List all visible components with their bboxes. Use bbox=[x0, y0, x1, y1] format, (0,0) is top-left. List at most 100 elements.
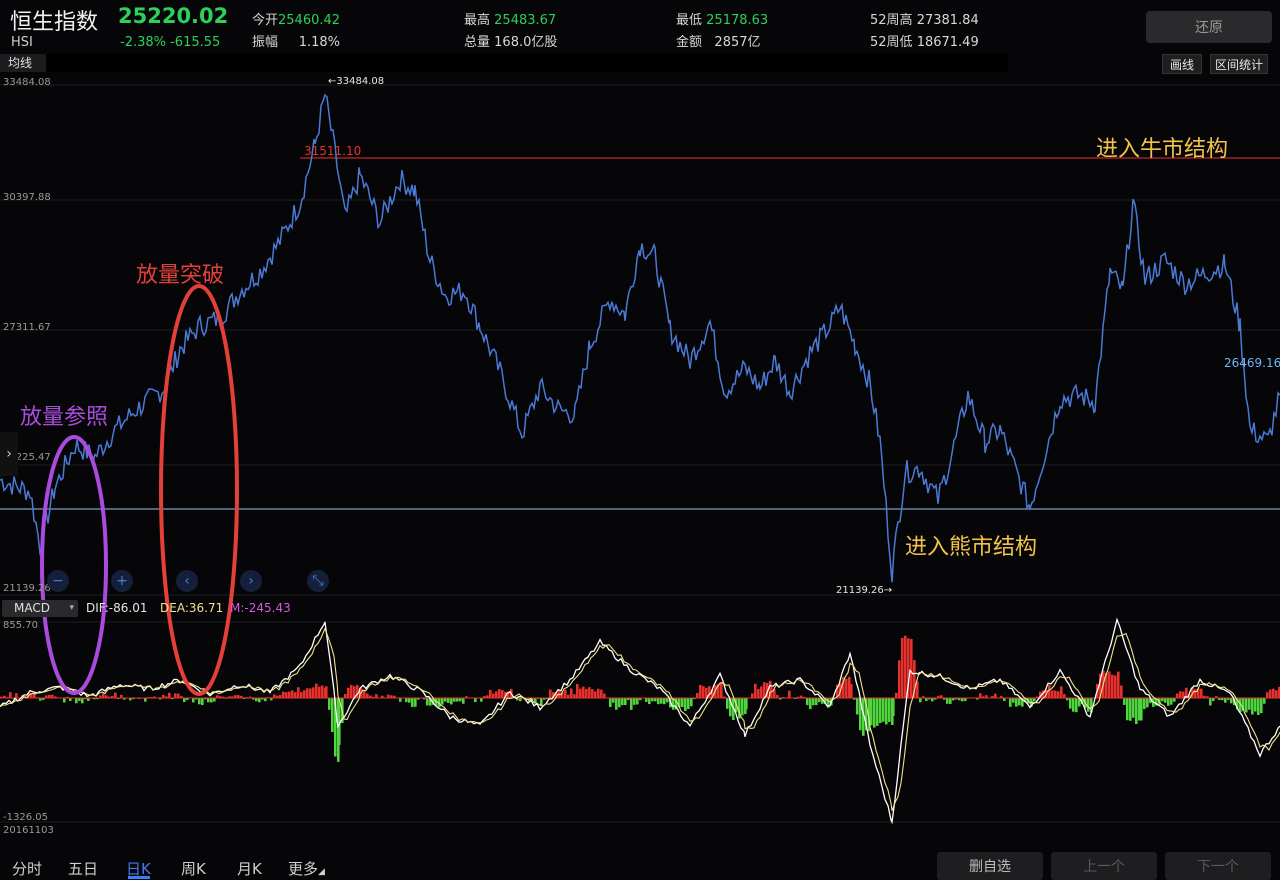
reference-volume-ellipse bbox=[40, 435, 108, 695]
expand-left-icon[interactable]: › bbox=[0, 432, 18, 476]
macd-bar bbox=[1051, 690, 1054, 698]
low-marker: 21139.26→ bbox=[836, 585, 893, 596]
reference-annotation: 放量参照 bbox=[20, 405, 109, 430]
macd-dif-line bbox=[0, 617, 1280, 825]
macd-bar bbox=[946, 698, 949, 704]
collapse-icon[interactable]: ⤡ bbox=[307, 570, 329, 592]
next-button[interactable]: 下一个 bbox=[1165, 852, 1271, 880]
macd-bar bbox=[1194, 689, 1197, 698]
more-caret-icon: ◢ bbox=[318, 867, 325, 877]
macd-bar bbox=[174, 693, 177, 698]
tab-more-label: 更多 bbox=[288, 860, 319, 878]
macd-bar bbox=[856, 698, 859, 715]
macd-bar bbox=[818, 698, 821, 703]
macd-bar bbox=[699, 684, 702, 698]
tab-weekly-k[interactable]: 周K bbox=[181, 858, 206, 879]
remove-watchlist-button[interactable]: 删自选 bbox=[937, 852, 1043, 880]
macd-bar bbox=[888, 698, 891, 722]
macd-bar bbox=[1260, 698, 1263, 714]
macd-bar bbox=[282, 691, 285, 698]
macd-bar bbox=[754, 683, 757, 698]
macd-bar bbox=[441, 698, 444, 705]
macd-bar bbox=[657, 698, 660, 705]
macd-bar bbox=[294, 692, 297, 698]
macd-bar bbox=[684, 698, 687, 711]
macd-bar bbox=[879, 698, 882, 723]
macd-bar bbox=[1257, 698, 1260, 716]
macd-bar bbox=[1245, 698, 1248, 713]
pan-left-icon[interactable]: ‹ bbox=[176, 570, 198, 592]
macd-bar bbox=[1143, 698, 1146, 710]
macd-bar bbox=[213, 698, 216, 702]
macd-bar bbox=[904, 635, 907, 698]
macd-bar bbox=[51, 694, 54, 698]
axis-label-top: 33484.08 bbox=[3, 77, 51, 88]
breakout-volume-ellipse bbox=[159, 284, 239, 696]
macd-bar bbox=[1164, 698, 1167, 703]
macd-bar bbox=[312, 687, 315, 698]
macd-bar bbox=[492, 693, 495, 698]
zoom-in-icon[interactable]: + bbox=[111, 570, 133, 592]
tab-five-day[interactable]: 五日 bbox=[68, 858, 98, 879]
macd-bar bbox=[845, 678, 848, 698]
macd-m-value: M:-245.43 bbox=[230, 601, 291, 615]
indicator-selector[interactable]: MACD ▾ bbox=[2, 600, 78, 617]
macd-bar bbox=[198, 698, 201, 705]
macd-bar bbox=[949, 698, 952, 704]
macd-bar bbox=[450, 698, 453, 705]
macd-bar bbox=[399, 698, 402, 702]
macd-bar bbox=[591, 689, 594, 698]
macd-bar bbox=[1117, 671, 1120, 698]
macd-bar bbox=[1069, 698, 1072, 709]
macd-bar bbox=[363, 689, 366, 698]
macd-histogram bbox=[0, 635, 1280, 762]
axis-label-2: 30397.88 bbox=[3, 192, 51, 203]
breakout-annotation: 放量突破 bbox=[136, 263, 225, 288]
macd-bar bbox=[1173, 698, 1176, 702]
macd-bar bbox=[898, 660, 901, 698]
macd-bar bbox=[447, 698, 450, 703]
macd-bar bbox=[375, 694, 378, 698]
macd-bar bbox=[1018, 698, 1021, 706]
macd-bar bbox=[1048, 685, 1051, 698]
tab-monthly-k[interactable]: 月K bbox=[237, 858, 262, 879]
macd-bar bbox=[387, 694, 390, 698]
macd-bar bbox=[763, 682, 766, 698]
macd-bar bbox=[328, 698, 331, 710]
previous-button[interactable]: 上一个 bbox=[1051, 852, 1157, 880]
macd-bar bbox=[405, 698, 408, 703]
macd-bar bbox=[1170, 698, 1173, 705]
macd-bar bbox=[690, 698, 693, 707]
macd-bar bbox=[633, 698, 636, 705]
pan-right-icon[interactable]: › bbox=[240, 570, 262, 592]
macd-bar bbox=[630, 698, 633, 710]
macd-bar bbox=[585, 688, 588, 698]
tab-more[interactable]: 更多◢ bbox=[288, 858, 325, 879]
macd-bar bbox=[760, 686, 763, 698]
start-date-label: 20161103 bbox=[3, 825, 54, 836]
kline-chart[interactable] bbox=[0, 0, 1280, 880]
zoom-out-icon[interactable]: − bbox=[47, 570, 69, 592]
macd-bar bbox=[588, 687, 591, 698]
last-price-marker: 26469.16 bbox=[1224, 356, 1280, 370]
macd-bar bbox=[806, 698, 809, 706]
macd-bar bbox=[812, 698, 815, 706]
macd-bar bbox=[1114, 675, 1117, 698]
macd-bar bbox=[1135, 698, 1138, 724]
macd-bar bbox=[1015, 698, 1018, 707]
macd-bar bbox=[414, 698, 417, 707]
macd-bar bbox=[33, 693, 36, 698]
macd-bar bbox=[1209, 698, 1212, 706]
tab-intraday[interactable]: 分时 bbox=[12, 858, 42, 879]
macd-bar bbox=[564, 689, 567, 698]
macd-bar bbox=[600, 689, 603, 698]
macd-bar bbox=[919, 698, 922, 703]
macd-bar bbox=[321, 685, 324, 698]
macd-bar bbox=[597, 688, 600, 698]
macd-bar bbox=[1140, 698, 1143, 721]
macd-bar bbox=[1269, 689, 1272, 698]
macd-bar bbox=[426, 698, 429, 706]
high-marker: ←33484.08 bbox=[328, 76, 385, 87]
macd-bar bbox=[1072, 698, 1075, 712]
macd-bar bbox=[1108, 671, 1111, 698]
